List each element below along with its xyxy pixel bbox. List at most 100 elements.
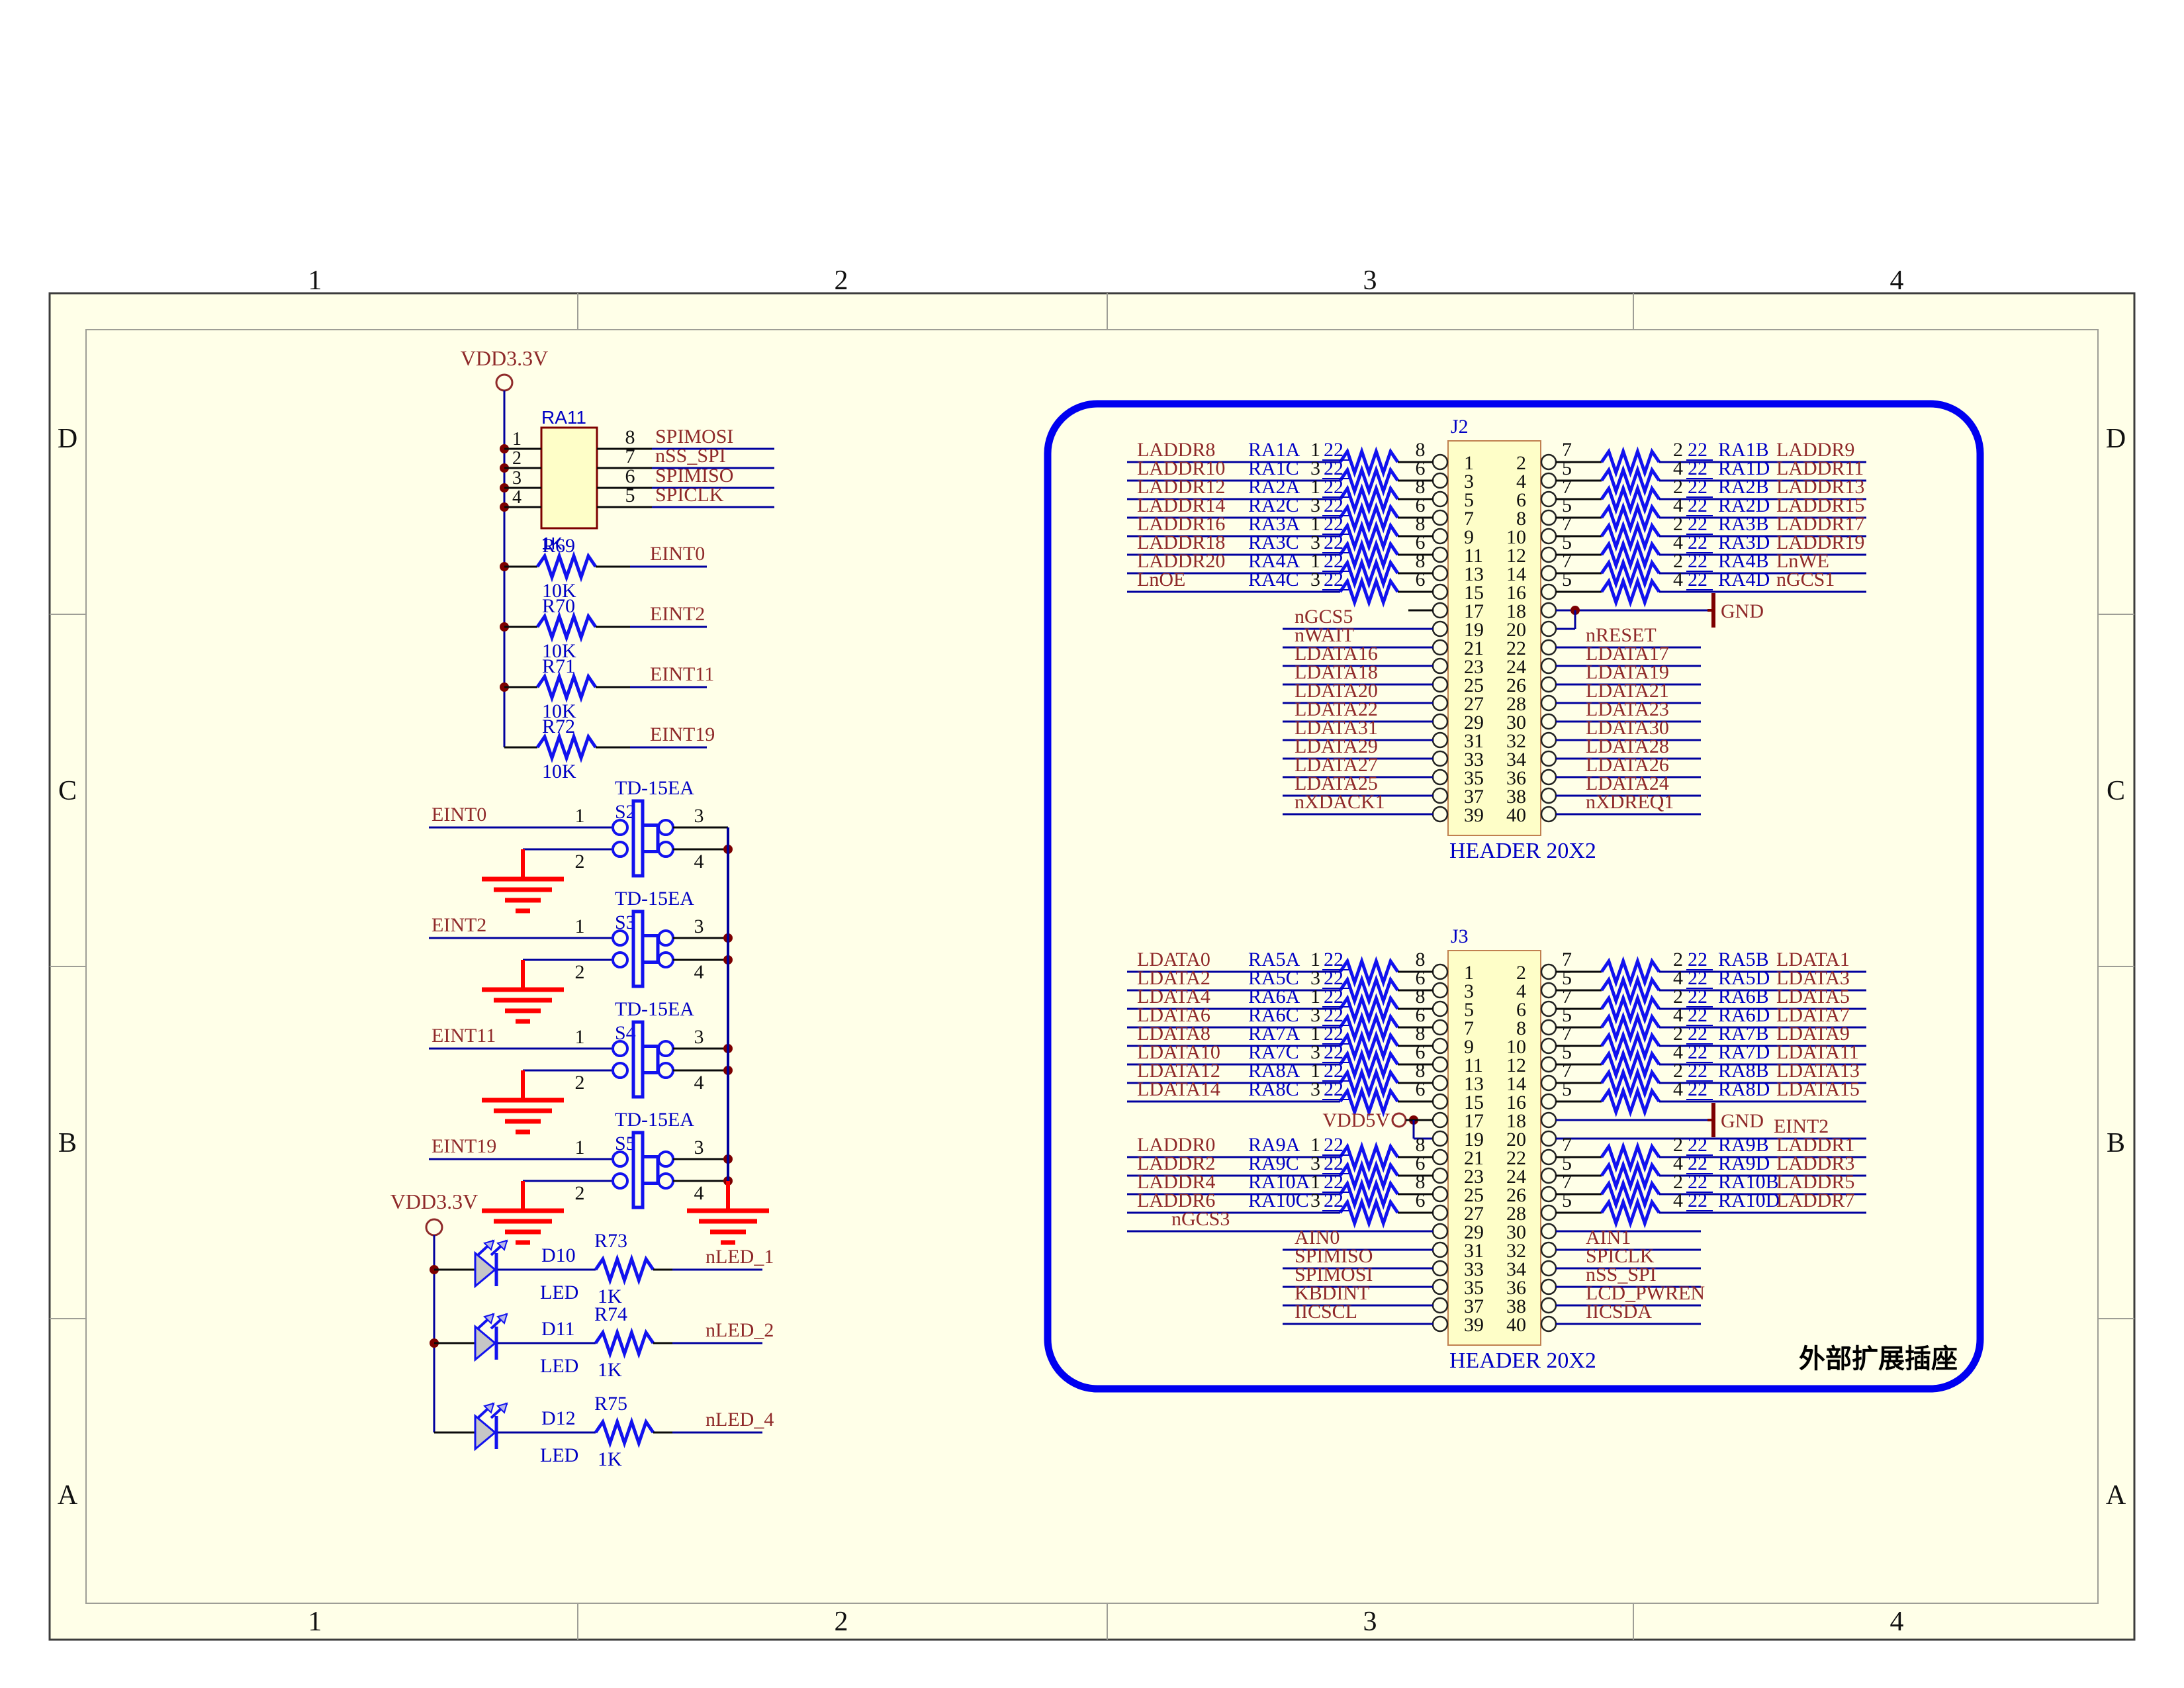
- grid-row-label: D: [58, 424, 77, 454]
- net-label: nGCS3: [1171, 1208, 1230, 1230]
- ra11-refdes: RA11: [541, 407, 586, 428]
- pin-number: 4: [694, 961, 704, 983]
- gnd-label: GND: [1721, 1110, 1764, 1132]
- pin-number: 3: [694, 805, 704, 827]
- resistor-refdes: R72: [542, 716, 575, 737]
- pin-number: 4: [512, 487, 522, 508]
- resnet-pin: 4: [1673, 569, 1683, 590]
- resnet-pin: 5: [1562, 1078, 1572, 1100]
- led-refdes: D10: [541, 1244, 576, 1266]
- net-label: LADDR7: [1776, 1190, 1854, 1211]
- pin-number: 2: [575, 1072, 585, 1094]
- led-refdes: D12: [541, 1407, 576, 1429]
- pin-number: 4: [694, 1182, 704, 1204]
- resnet-pin: 3: [1310, 1190, 1320, 1211]
- schematic-canvas: 11223344DDCCBBAAVDD3.3VRA111K18SPIMOSI27…: [0, 0, 2184, 1688]
- led-part-label: LED: [540, 1444, 578, 1466]
- gnd-label: GND: [1721, 600, 1764, 622]
- net-label: SPICLK: [655, 484, 724, 506]
- grid-row-label: B: [2107, 1128, 2125, 1158]
- led-refdes: D11: [541, 1318, 575, 1340]
- grid-col-label: 2: [835, 1607, 848, 1637]
- pin-number: 2: [575, 851, 585, 872]
- grid-row-label: B: [58, 1128, 77, 1158]
- pin-number: 3: [512, 468, 522, 489]
- resistor-refdes: R73: [594, 1230, 627, 1252]
- header-body: [1448, 951, 1541, 1345]
- resnet-refdes: RA10D: [1718, 1190, 1780, 1211]
- pin-number: 4: [694, 1072, 704, 1094]
- grid-col-label: 1: [308, 1607, 322, 1637]
- header-pin-number: 39: [1464, 1314, 1484, 1336]
- resistor-value: 1K: [598, 1448, 622, 1470]
- header-pin-number: 40: [1506, 804, 1526, 826]
- grid-col-label: 2: [835, 265, 848, 296]
- pin-number: 2: [512, 448, 522, 469]
- res-value-label: 22: [1688, 569, 1707, 590]
- pin-number: 2: [575, 1182, 585, 1204]
- net-label: EINT19: [650, 724, 715, 745]
- pin-number: 1: [575, 1026, 585, 1048]
- schematic-page: 11223344DDCCBBAAVDD3.3VRA111K18SPIMOSI27…: [0, 0, 2184, 1688]
- net-label: EINT2: [650, 603, 705, 625]
- pin-number: 3: [694, 1026, 704, 1048]
- net-label: nXDACK1: [1295, 791, 1385, 813]
- header-type-label: HEADER 20X2: [1449, 839, 1596, 863]
- res-value-label: 22: [1324, 569, 1343, 590]
- pin-number: 3: [694, 1137, 704, 1158]
- res-value-label: 22: [1688, 1190, 1707, 1211]
- switch-part-label: TD-15EA: [615, 1109, 694, 1131]
- ra11-body: [541, 428, 597, 528]
- led-part-label: LED: [540, 1282, 578, 1303]
- resnet-pin: 3: [1310, 1078, 1320, 1100]
- grid-col-label: 3: [1363, 1607, 1377, 1637]
- net-label: nSS_SPI: [655, 445, 726, 467]
- res-value-label: 22: [1688, 1078, 1707, 1100]
- resnet-pin: 6: [1416, 1078, 1426, 1100]
- resnet-refdes: RA4D: [1718, 569, 1770, 590]
- net-label: EINT11: [650, 663, 714, 685]
- resistor-value: 1K: [598, 1359, 622, 1381]
- pin-number: 3: [694, 915, 704, 937]
- resistor-value: 10K: [542, 761, 576, 782]
- net-label: EINT0: [650, 543, 705, 565]
- pin-number: 4: [694, 851, 704, 872]
- led-part-label: LED: [540, 1355, 578, 1377]
- resnet-pin: 4: [1673, 1190, 1683, 1211]
- net-label: EINT11: [432, 1025, 496, 1047]
- switch-part-label: TD-15EA: [615, 998, 694, 1020]
- net-label: nLED_4: [705, 1409, 774, 1430]
- switch-part-label: TD-15EA: [615, 888, 694, 910]
- header-type-label: HEADER 20X2: [1449, 1348, 1596, 1373]
- header-body: [1448, 441, 1541, 835]
- net-label: LDATA15: [1776, 1078, 1860, 1100]
- pin-number: 1: [575, 1137, 585, 1158]
- resnet-pin: 6: [1416, 569, 1426, 590]
- resnet-refdes: RA8C: [1248, 1078, 1299, 1100]
- grid-col-label: 3: [1363, 265, 1377, 296]
- header-pin-number: 40: [1506, 1314, 1526, 1336]
- net-label: nLED_2: [705, 1319, 774, 1341]
- resnet-pin: 4: [1673, 1078, 1683, 1100]
- resistor-refdes: R75: [594, 1393, 627, 1415]
- net-label: nGCS1: [1776, 569, 1835, 590]
- grid-row-label: D: [2106, 424, 2126, 454]
- net-label: IICSDA: [1586, 1301, 1652, 1323]
- resistor-refdes: R70: [542, 595, 575, 617]
- net-label: LnOE: [1137, 569, 1185, 590]
- pin-number: 5: [625, 485, 635, 506]
- grid-row-label: C: [58, 776, 77, 806]
- resnet-pin: 6: [1416, 1190, 1426, 1211]
- pin-number: 1: [575, 805, 585, 827]
- pin-number: 1: [575, 915, 585, 937]
- power-net-label: VDD3.3V: [461, 346, 548, 370]
- header-refdes: J3: [1451, 925, 1469, 947]
- resnet-pin: 3: [1310, 569, 1320, 590]
- resistor-refdes: R71: [542, 655, 575, 677]
- net-label: LDATA14: [1137, 1078, 1220, 1100]
- expansion-caption: 外部扩展插座: [1799, 1344, 1958, 1374]
- pin-number: 7: [625, 445, 635, 467]
- resnet-refdes: RA8D: [1718, 1078, 1770, 1100]
- power-net-label: VDD3.3V: [390, 1190, 478, 1213]
- resnet-pin: 5: [1562, 1190, 1572, 1211]
